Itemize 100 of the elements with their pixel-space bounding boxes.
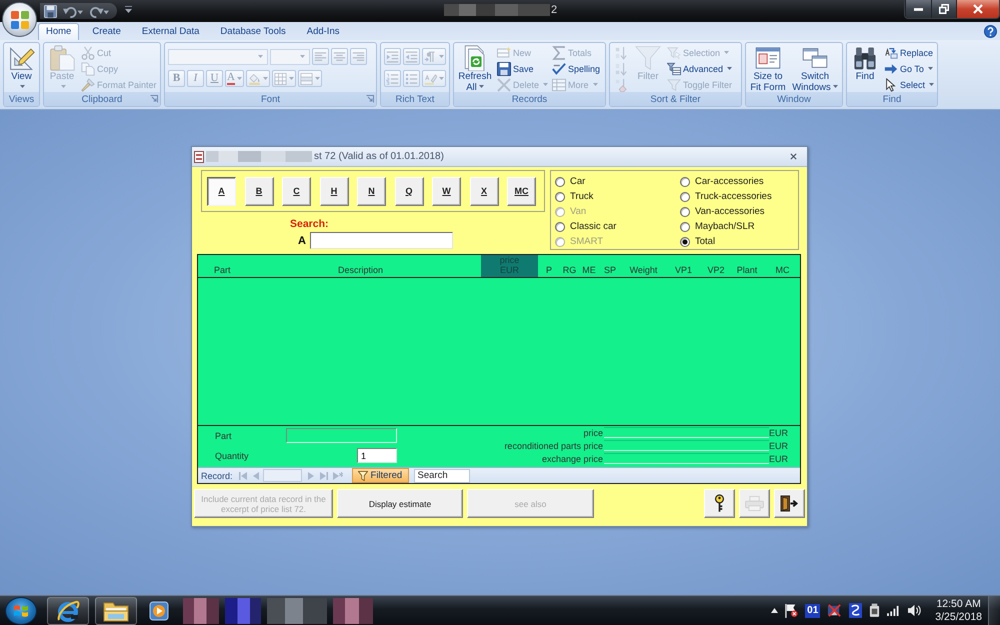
field-label: reconditioned parts price [504, 440, 604, 450]
search-field[interactable]: Search [414, 468, 470, 482]
filter-status-button[interactable]: Filtered [352, 468, 409, 483]
column-header: RG [562, 264, 578, 277]
taskbar-button[interactable] [95, 596, 137, 624]
radio-option[interactable]: Car-accessories [680, 174, 764, 189]
field-label: Part [215, 430, 232, 440]
numbered-list-icon [386, 72, 399, 84]
search-field[interactable] [310, 232, 453, 249]
table-icon [552, 78, 566, 92]
spell-check-icon [552, 62, 566, 76]
network-error-icon[interactable] [827, 603, 842, 618]
replace-icon [884, 46, 898, 60]
new-record-icon[interactable] [332, 472, 343, 480]
radio-option[interactable]: Maybach/SLR [680, 219, 755, 234]
replace-button[interactable]: Replace [884, 45, 934, 60]
key-button[interactable] [704, 489, 735, 518]
launcher-icon[interactable] [150, 95, 158, 103]
clipboard-icon [49, 45, 75, 71]
radio-option[interactable]: Car [555, 174, 586, 189]
letter-button[interactable]: H [320, 176, 348, 206]
funnel-selection-icon [667, 46, 681, 60]
undo-icon[interactable] [63, 4, 83, 18]
currency-label: EUR [769, 428, 788, 438]
close-button[interactable] [956, 0, 999, 18]
taskbar-button[interactable] [47, 596, 89, 624]
refresh-all-button[interactable]: Refresh All [457, 44, 493, 92]
form-icon [194, 150, 204, 162]
advanced-filter-button[interactable]: Advanced [667, 61, 732, 76]
group-label: Window [777, 94, 811, 104]
radio-option[interactable]: Total [680, 234, 716, 249]
spelling-button[interactable]: Spelling [552, 61, 600, 76]
show-desktop-button[interactable] [988, 596, 1000, 625]
radio-option[interactable]: Classic car [555, 219, 616, 234]
arrow-right-icon [884, 62, 898, 76]
first-record-icon[interactable] [238, 472, 247, 480]
clock[interactable]: 12:50 AM 3/25/2018 [935, 598, 982, 624]
align-left-icon [314, 50, 327, 62]
funnel-icon [635, 45, 661, 71]
radio-option[interactable]: Truck-accessories [680, 189, 772, 204]
ribbon-tab[interactable]: External Data [134, 23, 208, 40]
letter-button[interactable]: B [244, 176, 274, 206]
letter-button[interactable]: W [432, 176, 461, 206]
tray-app-icon[interactable] [849, 603, 862, 618]
switch-windows-button[interactable]: Switch Windows [791, 44, 839, 92]
help-icon[interactable] [984, 24, 997, 38]
media-player-icon[interactable] [149, 600, 169, 620]
exit-button[interactable] [774, 489, 805, 518]
key-icon [714, 494, 725, 513]
quantity-field[interactable]: 1 [357, 448, 397, 463]
start-button[interactable] [5, 596, 37, 624]
letter-button[interactable]: Q [394, 176, 424, 206]
flag-icon[interactable] [785, 603, 798, 618]
letter-button[interactable]: X [470, 176, 498, 206]
signal-icon[interactable] [887, 605, 900, 616]
tray-app-badge[interactable]: 01 [805, 604, 820, 618]
gridlines-icon [274, 72, 287, 84]
blurred-region [333, 598, 373, 624]
ribbon-tab[interactable]: Home [38, 23, 80, 40]
blurred-region [183, 598, 219, 624]
restore-button[interactable] [931, 0, 956, 18]
go-to-button[interactable]: Go To [884, 61, 934, 76]
column-header: MC [774, 264, 790, 277]
redo-icon[interactable] [89, 4, 109, 18]
action-button[interactable]: Display estimate [337, 489, 463, 518]
caret-up-icon[interactable] [771, 608, 778, 613]
record-number-field[interactable] [262, 469, 302, 482]
dialog-title: st 72 (Valid as of 01.01.2018) [314, 151, 444, 162]
speaker-icon[interactable] [907, 604, 922, 617]
save-button[interactable]: Save [497, 61, 548, 76]
ribbon-tab[interactable]: Create [84, 23, 129, 40]
group-label: Rich Text [396, 94, 434, 104]
group-label: Find [882, 94, 902, 104]
save-icon [497, 62, 511, 76]
ribbon-tab[interactable]: Database Tools [212, 23, 294, 40]
view-button[interactable]: View [8, 44, 35, 92]
launcher-icon[interactable] [366, 95, 374, 103]
find-button[interactable]: Find [850, 44, 880, 92]
minimize-button[interactable] [905, 0, 931, 18]
office-button[interactable] [2, 2, 37, 37]
select-button[interactable]: Select [884, 77, 934, 92]
letter-button[interactable]: A [207, 176, 236, 206]
next-record-icon[interactable] [308, 472, 314, 480]
letter-button[interactable]: C [282, 176, 311, 206]
save-icon[interactable] [44, 4, 57, 18]
radio-option[interactable]: Van-accessories [680, 204, 765, 219]
previous-record-icon[interactable] [252, 472, 259, 480]
form-window-icon [755, 45, 781, 71]
field-label: price [583, 428, 604, 438]
align-right-icon [352, 50, 365, 62]
last-record-icon[interactable] [320, 472, 328, 480]
ribbon-tab[interactable]: Add-Ins [298, 23, 348, 40]
part-field[interactable] [286, 428, 397, 443]
letter-button[interactable]: N [357, 176, 386, 206]
radio-option[interactable]: Truck [555, 189, 594, 204]
size-to-fit-form-button[interactable]: Size to Fit Form [749, 44, 787, 92]
device-icon[interactable] [869, 603, 880, 618]
group-label: Records [512, 94, 548, 104]
caret-icon[interactable] [125, 6, 132, 13]
letter-button[interactable]: MC [507, 176, 536, 206]
